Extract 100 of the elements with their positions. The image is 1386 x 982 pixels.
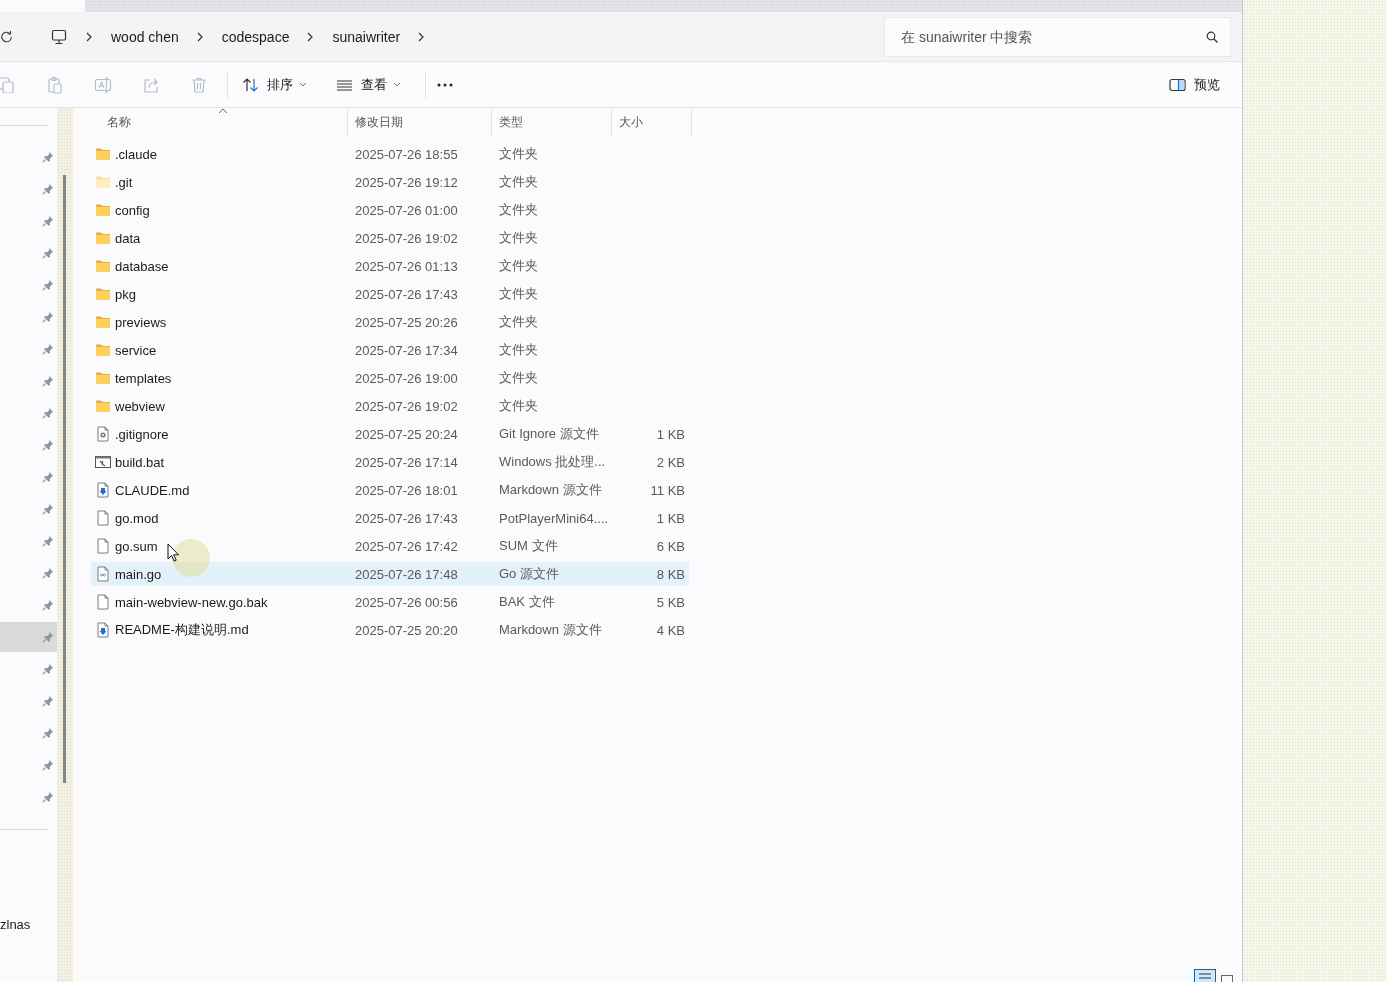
modified-date: 2025-07-26 19:12 <box>355 174 458 190</box>
file-row[interactable]: pkg 2025-07-26 17:43 文件夹 <box>91 282 689 306</box>
file-size: 5 KB <box>656 594 685 610</box>
modified-date: 2025-07-26 18:55 <box>355 146 458 162</box>
sidebar-item-label[interactable]: zlnas <box>0 917 57 933</box>
pin-icon <box>42 631 54 643</box>
pin-icon <box>42 375 54 387</box>
pin-icon <box>42 471 54 483</box>
breadcrumb[interactable]: sunaiwriter <box>324 24 409 49</box>
file-row[interactable]: CLAUDE.md 2025-07-26 18:01 Markdown 源文件 11 KB <box>91 478 689 502</box>
file-row[interactable]: templates 2025-07-26 19:00 文件夹 <box>91 366 689 390</box>
chevron-right-icon <box>307 31 314 42</box>
modified-date: 2025-07-26 17:14 <box>355 454 458 470</box>
column-header[interactable]: 类型 <box>492 108 612 136</box>
search-field[interactable]: 在 sunaiwriter 中搜索 <box>884 16 1231 57</box>
file-row[interactable]: .git 2025-07-26 19:12 文件夹 <box>91 170 689 194</box>
sidebar-item[interactable] <box>0 622 57 652</box>
sort-caret-icon <box>218 108 228 114</box>
file-type: SUM 文件 <box>499 537 558 555</box>
sort-icon <box>242 76 259 93</box>
file-type: 文件夹 <box>499 313 538 331</box>
file-row[interactable]: main.go 2025-07-26 17:48 Go 源文件 8 KB <box>91 562 689 586</box>
file-type: Markdown 源文件 <box>499 621 602 639</box>
file-row[interactable]: main-webview-new.go.bak 2025-07-26 00:56 BAK 文件 5 KB <box>91 590 689 614</box>
markdown-file-icon <box>95 622 111 638</box>
file-size: 8 KB <box>656 566 685 582</box>
file-name: data <box>115 230 141 246</box>
file-row[interactable]: README-构建说明.md 2025-07-25 20:20 Markdown 源文件 4 KB <box>91 618 689 642</box>
tiles-view-button[interactable] <box>1221 975 1233 982</box>
folder-icon <box>95 258 111 274</box>
scrollbar-thumb[interactable] <box>63 175 66 783</box>
folder-icon <box>95 146 111 162</box>
column-header[interactable]: 修改日期 <box>348 108 492 136</box>
modified-date: 2025-07-25 20:24 <box>355 426 458 442</box>
pin-icon <box>42 215 54 227</box>
modified-date: 2025-07-25 20:26 <box>355 314 458 330</box>
column-header[interactable]: 大小 <box>612 108 692 136</box>
modified-date: 2025-07-26 19:00 <box>355 370 458 386</box>
sort-button[interactable]: 排序 <box>236 69 313 100</box>
modified-date: 2025-07-26 19:02 <box>355 398 458 414</box>
file-type: Windows 批处理... <box>499 453 606 471</box>
search-icon[interactable] <box>1206 30 1218 43</box>
file-type: 文件夹 <box>499 341 538 359</box>
file-size: 2 KB <box>656 454 685 470</box>
file-type: 文件夹 <box>499 229 538 247</box>
file-row[interactable]: service 2025-07-26 17:34 文件夹 <box>91 338 689 362</box>
pin-icon <box>42 759 54 771</box>
pin-icon <box>42 663 54 675</box>
column-header[interactable]: 名称 <box>91 108 348 136</box>
file-type: Go 源文件 <box>499 565 559 583</box>
details-view-button[interactable] <box>1194 969 1216 982</box>
pin-icon <box>42 439 54 451</box>
file-type: BAK 文件 <box>499 593 555 611</box>
folder-icon <box>95 314 111 330</box>
modified-date: 2025-07-26 18:01 <box>355 482 458 498</box>
list-icon <box>1199 973 1211 979</box>
file-name: pkg <box>115 286 136 302</box>
view-button[interactable]: 查看 <box>330 69 407 100</box>
batch-file-icon <box>95 454 111 470</box>
file-name: previews <box>115 314 167 330</box>
file-row[interactable]: go.mod 2025-07-26 17:43 PotPlayerMini64.... 1 KB <box>91 506 689 530</box>
refresh-icon[interactable] <box>0 29 14 44</box>
file-row[interactable]: .gitignore 2025-07-25 20:24 Git Ignore 源文件 1 KB <box>91 422 689 446</box>
file-row[interactable]: .claude 2025-07-26 18:55 文件夹 <box>91 142 689 166</box>
chevron-right-icon <box>418 31 425 42</box>
file-row[interactable]: webview 2025-07-26 19:02 文件夹 <box>91 394 689 418</box>
modified-date: 2025-07-26 17:48 <box>355 566 458 582</box>
file-size: 4 KB <box>656 622 685 638</box>
file-row[interactable]: database 2025-07-26 01:13 文件夹 <box>91 254 689 278</box>
markdown-file-icon <box>95 482 111 498</box>
folder-icon <box>95 342 111 358</box>
pane-splitter[interactable] <box>57 108 73 982</box>
computer-icon[interactable] <box>51 28 67 45</box>
file-type: 文件夹 <box>499 369 538 387</box>
file-row[interactable]: previews 2025-07-25 20:26 文件夹 <box>91 310 689 334</box>
pin-icon <box>42 343 54 355</box>
preview-button[interactable]: 预览 <box>1163 69 1226 100</box>
breadcrumb[interactable]: codespace <box>213 24 298 49</box>
file-size: 1 KB <box>656 426 685 442</box>
file-row[interactable]: config 2025-07-26 01:00 文件夹 <box>91 198 689 222</box>
file-name: .claude <box>115 146 157 162</box>
pin-icon <box>42 151 54 163</box>
file-row[interactable]: build.bat 2025-07-26 17:14 Windows 批处理... 2 KB <box>91 450 689 474</box>
chevron-down-icon <box>393 82 401 87</box>
modified-date: 2025-07-26 17:42 <box>355 538 458 554</box>
modified-date: 2025-07-26 19:02 <box>355 230 458 246</box>
preview-pane-icon <box>1169 76 1186 93</box>
file-name: main-webview-new.go.bak <box>115 594 268 610</box>
file-row[interactable]: data 2025-07-26 19:02 文件夹 <box>91 226 689 250</box>
more-icon <box>437 82 453 87</box>
file-row[interactable]: go.sum 2025-07-26 17:42 SUM 文件 6 KB <box>91 534 689 558</box>
breadcrumb[interactable]: wood chen <box>103 24 187 49</box>
pin-icon <box>42 311 54 323</box>
trash-icon <box>190 75 208 94</box>
modified-date: 2025-07-26 00:56 <box>355 594 458 610</box>
click-highlight-icon <box>171 538 211 578</box>
file-type: PotPlayerMini64.... <box>499 510 609 526</box>
file-type: Markdown 源文件 <box>499 481 602 499</box>
modified-date: 2025-07-26 01:13 <box>355 258 458 274</box>
file-type: 文件夹 <box>499 257 538 275</box>
